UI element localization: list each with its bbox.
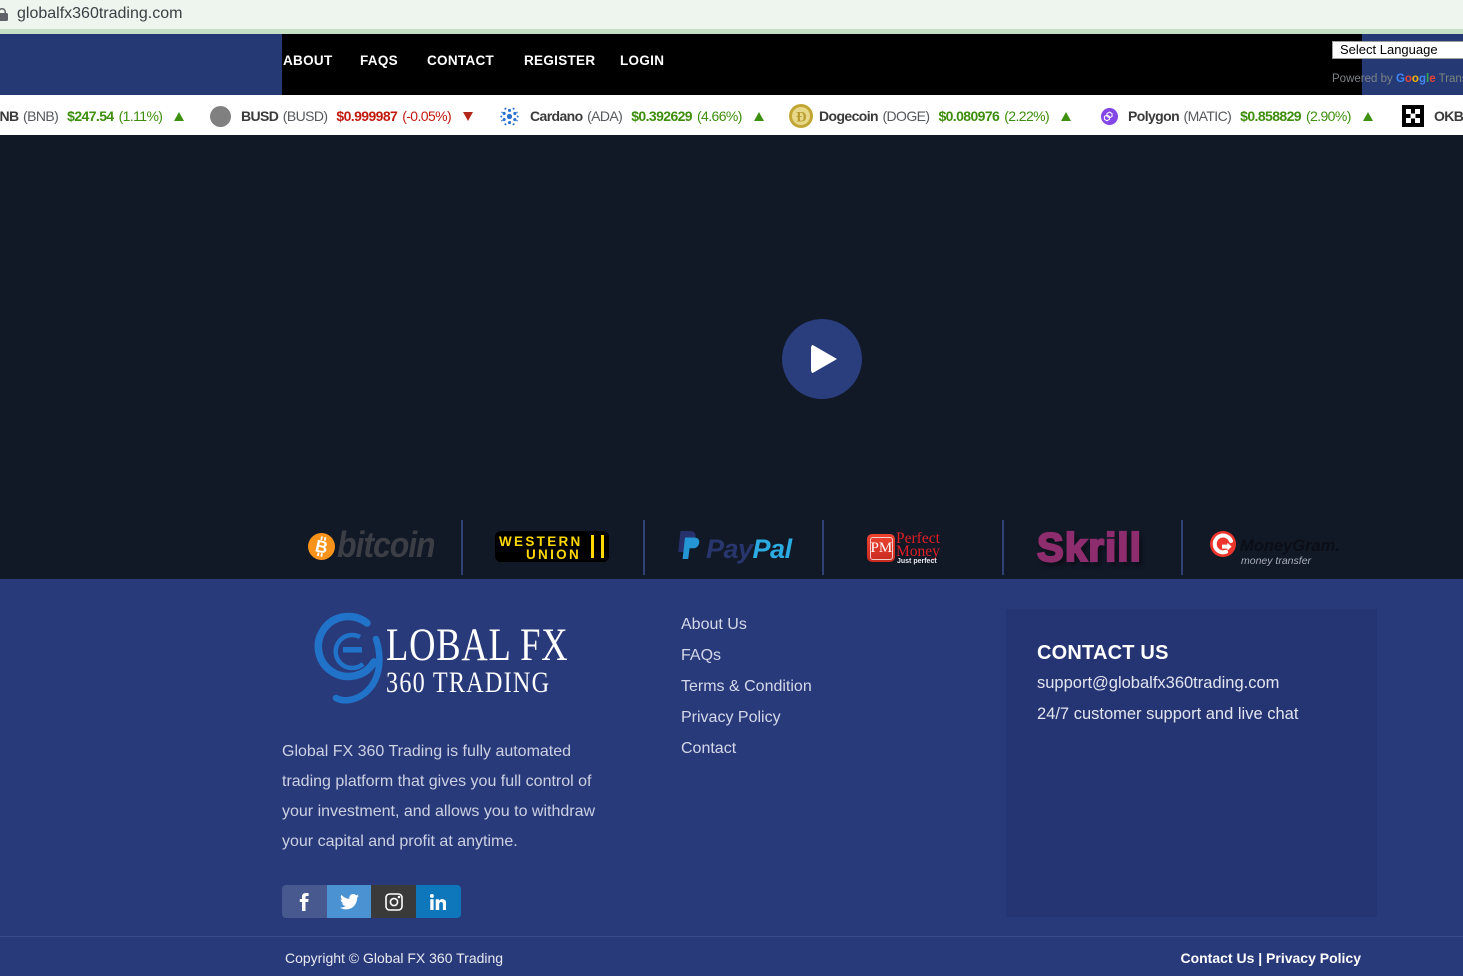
svg-text:Đ: Đ: [796, 109, 806, 125]
